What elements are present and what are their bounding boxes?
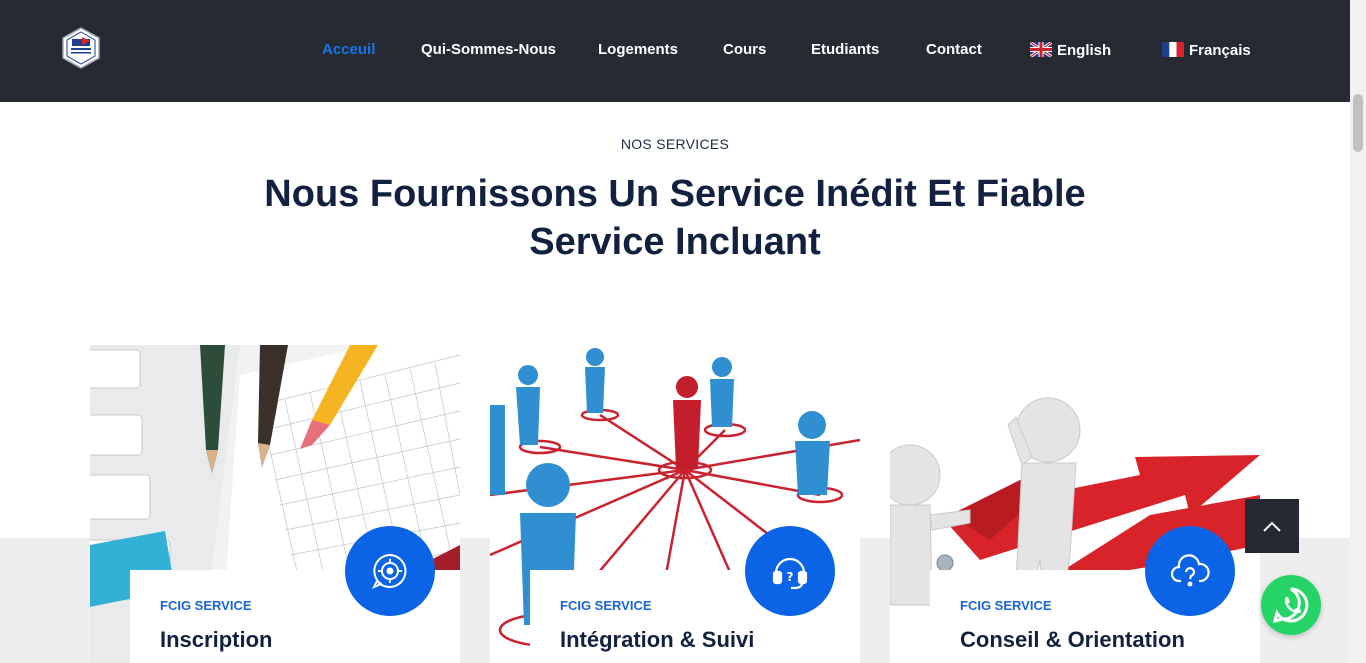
section-title: Nous Fournissons Un Service Inédit Et Fi… — [0, 170, 1350, 266]
chevron-up-icon — [1263, 521, 1281, 532]
nav-item-acceuil[interactable]: Acceuil — [322, 41, 375, 58]
language-english[interactable]: English — [1029, 40, 1112, 59]
language-english-label: English — [1057, 42, 1112, 59]
back-to-top-button[interactable] — [1245, 499, 1299, 553]
service-card-tag: FCIG SERVICE — [160, 598, 252, 613]
whatsapp-button[interactable] — [1261, 575, 1321, 635]
whatsapp-icon — [1272, 587, 1309, 624]
section-title-line1: Nous Fournissons Un Service Inédit Et Fi… — [264, 173, 1086, 215]
service-card-title[interactable]: Inscription — [160, 627, 272, 653]
page-scrollbar[interactable] — [1350, 0, 1366, 663]
section-title-line2: Service Incluant — [529, 221, 821, 263]
nav-item-contact[interactable]: Contact — [926, 41, 982, 58]
service-card-inscription[interactable]: FCIG SERVICE Inscription — [90, 345, 460, 663]
scrollbar-thumb[interactable] — [1353, 94, 1363, 152]
uk-flag-icon — [1029, 40, 1053, 59]
site-header: Acceuil Qui-Sommes-Nous Logements Cours … — [0, 0, 1350, 102]
cloud-question-icon — [1145, 526, 1235, 616]
nav-item-logements[interactable]: Logements — [598, 41, 678, 58]
language-francais[interactable]: Français — [1162, 42, 1251, 59]
headset-icon: ? — [745, 526, 835, 616]
site-logo[interactable] — [60, 27, 102, 69]
nav-item-cours[interactable]: Cours — [723, 41, 766, 58]
nav-item-etudiants[interactable]: Etudiants — [811, 41, 879, 58]
service-card-tag: FCIG SERVICE — [560, 598, 652, 613]
language-francais-label: Français — [1189, 42, 1251, 59]
service-card-title[interactable]: Intégration & Suivi — [560, 627, 754, 653]
service-card-title[interactable]: Conseil & Orientation — [960, 627, 1185, 653]
service-card-tag: FCIG SERVICE — [960, 598, 1052, 613]
service-card-integration[interactable]: FCIG SERVICE Intégration & Suivi ? — [490, 345, 860, 663]
svg-text:?: ? — [787, 570, 794, 584]
section-kicker: NOS SERVICES — [620, 136, 730, 152]
nav-item-qui-sommes-nous[interactable]: Qui-Sommes-Nous — [421, 41, 556, 58]
target-chat-icon — [345, 526, 435, 616]
france-flag-icon — [1162, 42, 1184, 57]
service-card-conseil[interactable]: FCIG SERVICE Conseil & Orientation — [890, 345, 1260, 663]
